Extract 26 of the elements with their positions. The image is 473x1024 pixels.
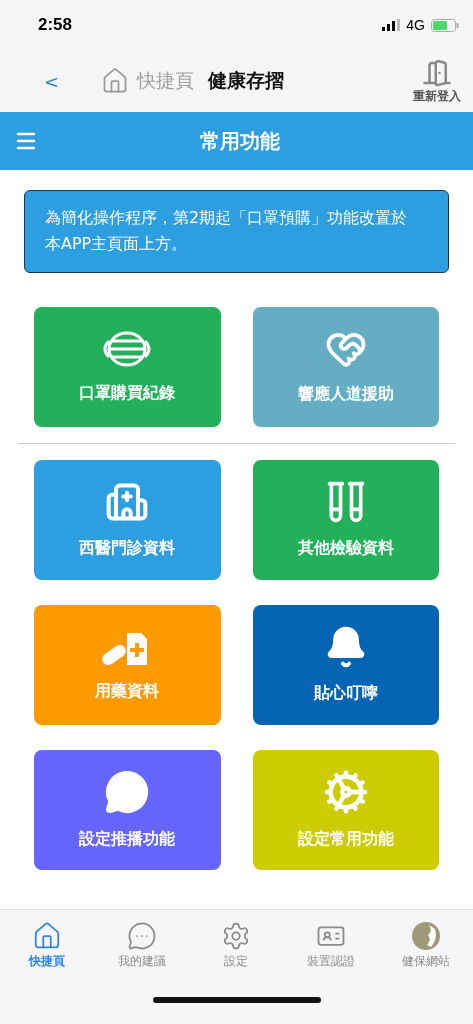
relogin-link[interactable]: 重新登入 [413,87,461,105]
tab-item[interactable]: 我的建議 [94,920,190,971]
chat-icon [126,921,157,951]
chat-icon [104,769,151,816]
page-title: 健康存摺 [208,68,286,93]
tab-item[interactable]: 設定 [189,920,284,971]
home-link[interactable]: 快捷頁 [137,68,195,94]
tab-item[interactable]: 健保網站 [378,920,473,971]
feature-tile[interactable]: 貼心叮嚀 [252,604,439,725]
feature-tile[interactable]: 其他檢驗資料 [252,459,439,580]
feature-tile[interactable]: 設定常用功能 [252,749,439,870]
status-time: 2:58 [38,15,73,35]
feature-tile[interactable]: 口罩購買紀錄 [34,306,221,427]
feature-tile[interactable]: 用藥資料 [34,604,221,725]
feature-tile[interactable]: 西醫門診資料 [34,459,221,580]
back-link[interactable]: < [44,70,60,92]
feature-tile[interactable]: 響應人道援助 [252,306,439,427]
signal-icon [382,19,401,31]
tab-item[interactable]: 裝置認證 [283,920,379,971]
door-exit-icon[interactable] [422,57,452,88]
tab-item[interactable]: 快捷頁 [0,920,95,971]
notice-banner: 為簡化操作程序，第2期起「口罩預購」功能改置於本APP主頁面上方。 [24,190,449,273]
section-title: 常用功能 [198,127,281,155]
network-label: 4G [406,17,425,33]
battery-icon [431,18,459,32]
feature-tile[interactable]: 設定推播功能 [34,749,221,870]
